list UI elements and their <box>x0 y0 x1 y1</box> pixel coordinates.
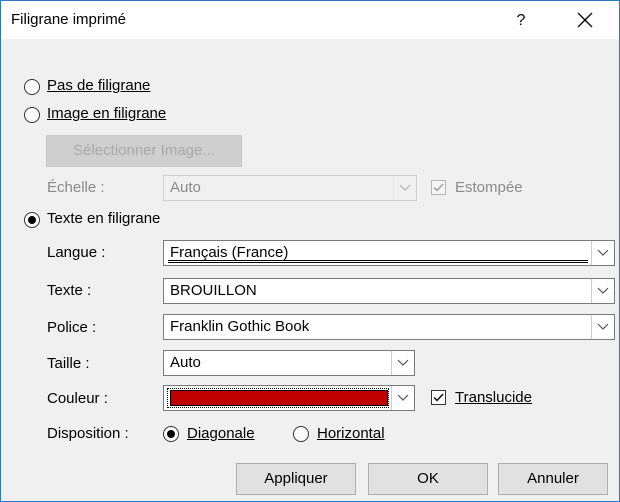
close-button[interactable] <box>567 5 603 35</box>
cancel-button[interactable]: Annuler <box>498 463 608 495</box>
picture-watermark-label[interactable]: Image en filigrane <box>47 105 166 122</box>
size-combo[interactable]: Auto <box>163 350 415 376</box>
layout-label: Disposition : <box>47 425 129 442</box>
language-value: Français (France) <box>170 244 289 261</box>
printed-watermark-dialog: Filigrane imprimé ? Pas de filigrane Ima… <box>0 0 620 502</box>
checkmark-icon <box>433 393 444 402</box>
translucent-checkbox[interactable] <box>431 390 446 405</box>
text-value[interactable]: BROUILLON <box>170 282 257 299</box>
text-label: Texte : <box>47 282 92 299</box>
chevron-down-icon <box>399 184 411 191</box>
chevron-down-icon <box>597 249 609 256</box>
scale-label: Échelle : <box>47 179 105 196</box>
font-value[interactable]: Franklin Gothic Book <box>170 318 309 335</box>
text-combo[interactable]: BROUILLON <box>163 278 615 304</box>
horizontal-label[interactable]: Horizontal <box>317 425 385 442</box>
language-combo[interactable]: Français (France) <box>163 240 615 266</box>
size-value[interactable]: Auto <box>170 354 201 371</box>
scale-value: Auto <box>170 179 201 196</box>
font-dropdown-button[interactable] <box>591 315 614 339</box>
no-watermark-label[interactable]: Pas de filigrane <box>47 77 150 94</box>
chevron-down-icon <box>597 323 609 330</box>
color-swatch <box>170 390 388 406</box>
diagonal-radio[interactable] <box>163 426 179 442</box>
apply-button[interactable]: Appliquer <box>236 463 356 495</box>
chevron-down-icon <box>597 287 609 294</box>
color-combo[interactable] <box>163 385 415 411</box>
picture-watermark-radio[interactable] <box>24 107 40 123</box>
color-dropdown-button[interactable] <box>391 386 414 410</box>
text-watermark-radio[interactable] <box>24 212 40 228</box>
help-icon: ? <box>516 12 526 29</box>
diagonal-label[interactable]: Diagonale <box>187 425 255 442</box>
language-underline <box>168 260 588 263</box>
scale-dropdown-button <box>393 176 416 200</box>
close-icon <box>577 12 593 28</box>
checkmark-icon <box>433 183 444 192</box>
help-button[interactable]: ? <box>506 7 536 35</box>
text-dropdown-button[interactable] <box>591 279 614 303</box>
select-picture-button: Sélectionner Image... <box>46 135 242 167</box>
font-combo[interactable]: Franklin Gothic Book <box>163 314 615 340</box>
language-dropdown-button[interactable] <box>591 241 614 265</box>
dialog-title: Filigrane imprimé <box>11 11 127 28</box>
washout-label: Estompée <box>455 179 523 196</box>
chevron-down-icon <box>397 394 409 401</box>
no-watermark-radio[interactable] <box>24 79 40 95</box>
language-label: Langue : <box>47 244 106 261</box>
text-watermark-label[interactable]: Texte en filigrane <box>47 210 160 227</box>
color-label: Couleur : <box>47 390 108 407</box>
chevron-down-icon <box>397 359 409 366</box>
washout-checkbox <box>431 180 446 195</box>
size-label: Taille : <box>47 355 90 372</box>
ok-button[interactable]: OK <box>368 463 488 495</box>
translucent-label[interactable]: Translucide <box>455 389 532 406</box>
horizontal-radio[interactable] <box>293 426 309 442</box>
font-label: Police : <box>47 319 97 336</box>
title-bar: Filigrane imprimé ? <box>1 1 619 39</box>
scale-combo: Auto <box>163 175 417 201</box>
size-dropdown-button[interactable] <box>391 351 414 375</box>
